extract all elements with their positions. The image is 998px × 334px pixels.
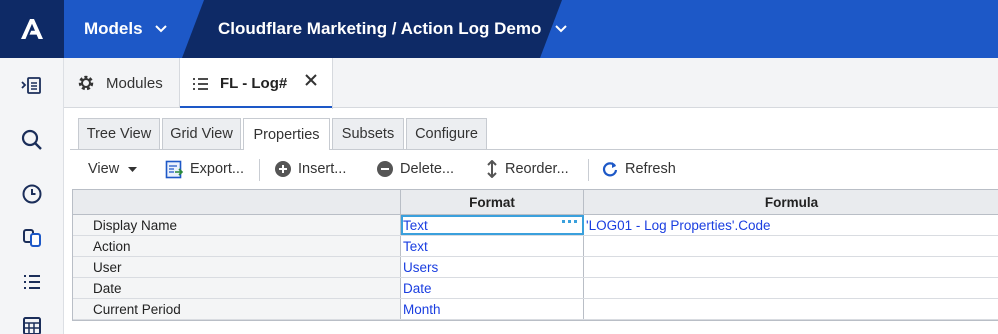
format-cell[interactable]: Month [401, 299, 584, 319]
column-header-format[interactable]: Format [401, 190, 584, 215]
clock-icon[interactable] [0, 174, 64, 214]
toolbar-separator [259, 159, 260, 181]
chevron-down-icon [154, 25, 167, 33]
row-label[interactable]: Display Name [73, 215, 401, 235]
plus-circle-icon [274, 160, 292, 178]
insert-label: Insert... [298, 161, 347, 177]
row-label[interactable]: Date [73, 278, 401, 298]
row-header-corner [73, 190, 401, 215]
export-icon [165, 160, 184, 179]
row-label[interactable]: Current Period [73, 299, 401, 319]
properties-grid: Format Formula Display Name Text 'LOG01 … [72, 189, 998, 321]
chevron-down-icon [555, 25, 568, 33]
formula-cell[interactable]: 'LOG01 - Log Properties'.Code [584, 215, 998, 235]
formula-cell[interactable] [584, 299, 998, 319]
module-tab-bar: Modules FL - Log# [64, 58, 998, 109]
anaplan-logo[interactable] [0, 0, 64, 58]
table-icon[interactable] [0, 306, 64, 334]
top-bar: Models Cloudflare Marketing / Action Log… [0, 0, 998, 58]
row-label[interactable]: User [73, 257, 401, 277]
list-icon[interactable] [0, 262, 64, 302]
copy-icon[interactable] [0, 218, 64, 258]
refresh-button[interactable]: Refresh [601, 150, 676, 188]
tab-properties[interactable]: Properties [243, 118, 330, 150]
refresh-icon [601, 160, 619, 178]
expand-panel-icon[interactable] [0, 66, 64, 106]
close-icon[interactable] [304, 73, 318, 87]
format-cell[interactable]: Text [401, 236, 584, 256]
grid-bottom-border [72, 320, 998, 321]
search-icon[interactable] [0, 120, 64, 160]
toolbar: View Export... Insert... Delete... Reord… [70, 150, 998, 188]
more-options-icon[interactable] [562, 220, 577, 223]
format-cell[interactable]: Text [401, 215, 584, 235]
formula-cell[interactable] [584, 278, 998, 298]
models-menu[interactable]: Models [64, 0, 204, 58]
gear-icon [78, 75, 94, 91]
delete-button[interactable]: Delete... [376, 150, 454, 188]
tab-configure[interactable]: Configure [406, 118, 487, 149]
reorder-icon [485, 160, 499, 178]
insert-button[interactable]: Insert... [274, 150, 346, 188]
models-label: Models [84, 19, 143, 38]
formula-cell[interactable] [584, 236, 998, 256]
delete-label: Delete... [400, 161, 454, 177]
format-cell[interactable]: Date [401, 278, 584, 298]
left-rail [0, 58, 64, 334]
breadcrumb-label: Cloudflare Marketing / Action Log Demo [218, 19, 542, 38]
reorder-label: Reorder... [505, 161, 569, 177]
format-cell[interactable]: Users [401, 257, 584, 277]
reorder-button[interactable]: Reorder... [485, 150, 569, 188]
tab-subsets[interactable]: Subsets [332, 118, 404, 149]
export-label: Export... [190, 161, 244, 177]
refresh-label: Refresh [625, 161, 676, 177]
row-label[interactable]: Action [73, 236, 401, 256]
tab-modules[interactable]: Modules [64, 58, 180, 108]
breadcrumb[interactable]: Cloudflare Marketing / Action Log Demo [218, 0, 568, 58]
tab-tree-view[interactable]: Tree View [78, 118, 160, 149]
toolbar-separator [588, 159, 589, 181]
export-button[interactable]: Export... [165, 150, 244, 188]
view-menu-button[interactable]: View [88, 150, 138, 188]
table-row: Date Date [73, 278, 998, 299]
table-row: Display Name Text 'LOG01 - Log Propertie… [73, 215, 998, 236]
tab-fl-log-label: FL - Log# [220, 75, 288, 92]
tab-modules-label: Modules [106, 74, 163, 92]
list-icon [193, 77, 208, 90]
table-row: Action Text [73, 236, 998, 257]
format-value: Text [403, 217, 428, 233]
tab-fl-log[interactable]: FL - Log# [180, 58, 333, 109]
view-label: View [88, 161, 120, 177]
caret-down-icon [128, 166, 138, 172]
column-header-formula[interactable]: Formula [584, 190, 998, 215]
table-row: Current Period Month [73, 299, 998, 320]
table-row: User Users [73, 257, 998, 278]
formula-cell[interactable] [584, 257, 998, 277]
tab-grid-view[interactable]: Grid View [162, 118, 241, 149]
minus-circle-icon [376, 160, 394, 178]
